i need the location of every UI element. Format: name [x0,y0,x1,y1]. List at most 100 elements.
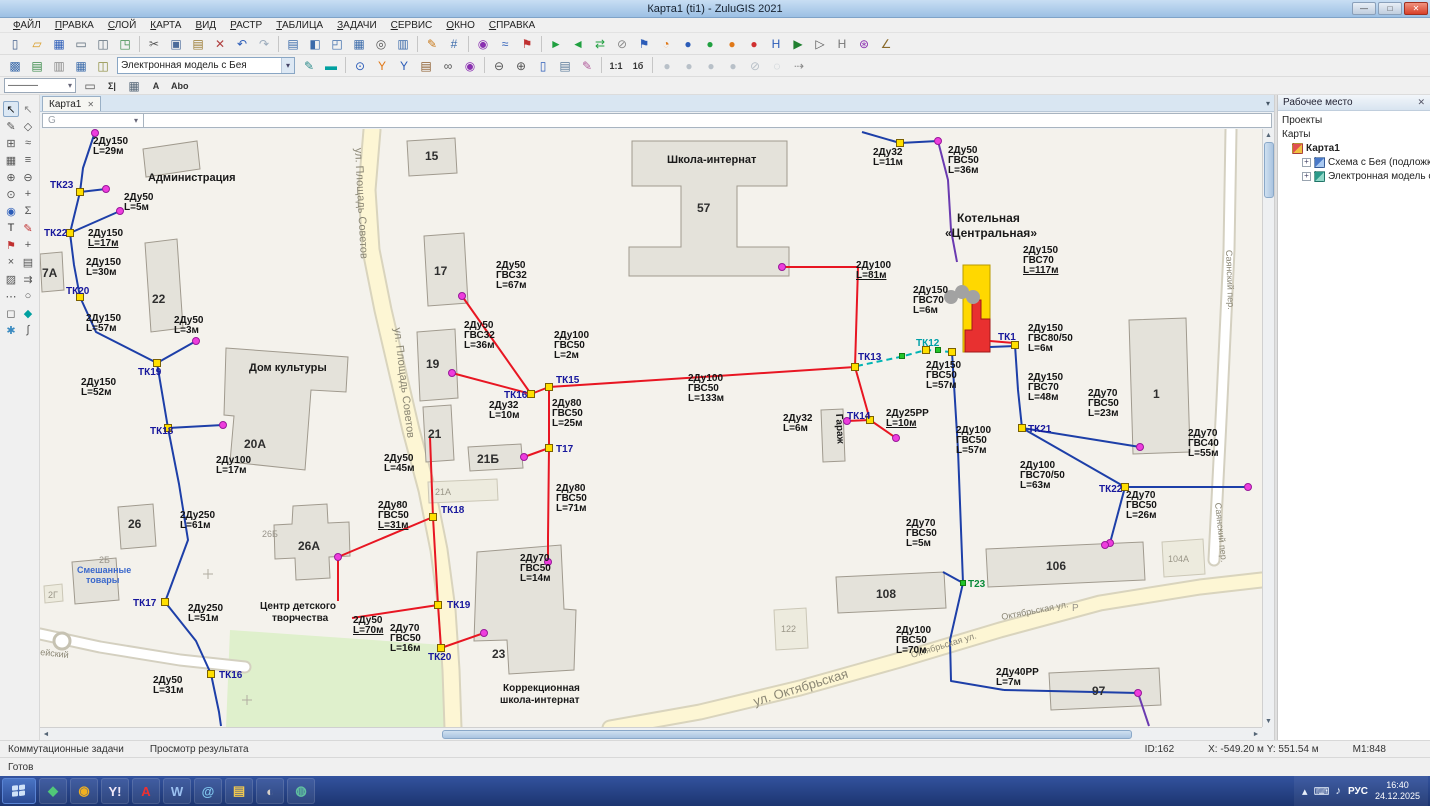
consumer-node[interactable] [220,422,227,429]
trace-up[interactable]: ► [546,35,566,53]
grid-button[interactable]: ▦ [124,77,144,95]
chamber-node[interactable] [430,514,437,521]
map-horizontal-scrollbar[interactable]: ◄ ► [40,727,1262,740]
find-object[interactable]: ⊙ [350,57,370,75]
copy[interactable]: ▣ [166,35,186,53]
app-files[interactable]: ▤ [225,778,253,804]
pause-calc[interactable]: ▷ [810,35,830,53]
chamber-node[interactable] [897,140,904,147]
chamber-node[interactable] [528,391,535,398]
edit-objects[interactable]: ✎ [422,35,442,53]
grid-view[interactable]: ▦ [3,152,19,168]
angle-measure[interactable]: ∠ [876,35,896,53]
chamber-node[interactable] [1019,425,1026,432]
select-rect[interactable]: ⊞ [3,135,19,151]
minimize-button[interactable]: — [1352,2,1376,15]
piezometric-graph[interactable]: ◔ [656,35,676,53]
consumer-node[interactable] [103,186,110,193]
status-tasks[interactable]: Коммутационные задачи [8,744,124,755]
redo[interactable]: ↷ [254,35,274,53]
mode-arrow[interactable]: ⇢ [789,57,809,75]
menu-правка[interactable]: ПРАВКА [48,20,101,31]
tree-expander-icon[interactable]: + [1302,158,1311,167]
menu-задачи[interactable]: ЗАДАЧИ [330,20,384,31]
start-button[interactable] [2,778,36,804]
menu-вид[interactable]: ВИД [188,20,223,31]
app-gimp[interactable]: ◐ [256,778,284,804]
new-map[interactable]: ▯ [5,35,25,53]
clock[interactable]: 16:40 24.12.2025 [1375,780,1420,803]
style-color-line[interactable]: ▬ [321,57,341,75]
scroll-up-icon[interactable]: ▲ [1265,129,1272,141]
calc-konstruktor[interactable]: ● [722,35,742,53]
trace-path[interactable]: ⇄ [590,35,610,53]
chamber-node[interactable] [546,445,553,452]
curve-tool[interactable]: ∫ [20,322,36,338]
poly-tool[interactable]: ◻ [3,305,19,321]
menu-растр[interactable]: РАСТР [223,20,269,31]
line-style-combo[interactable]: ——— ▾ [4,78,76,93]
map-view[interactable]: ул. Площадь Советовул. Площадь Советовул… [40,129,1262,727]
layer-select-combo[interactable]: Электронная модель с Бея ▾ [117,57,295,74]
chamber-node[interactable] [162,599,169,606]
flag-tool[interactable]: ⚑ [3,237,19,253]
consumer-node[interactable] [117,208,124,215]
consumer-node[interactable] [893,435,900,442]
chamber-node[interactable] [949,349,956,356]
more-tools[interactable]: ⋯ [3,288,19,304]
app-antivirus[interactable]: ◆ [39,778,67,804]
layer-table[interactable]: ▦ [71,57,91,75]
tray-volume-icon[interactable]: ♪ [1335,785,1341,798]
mode-circle-2[interactable]: ● [679,57,699,75]
circle-tool[interactable]: ○ [20,288,36,304]
app-mail[interactable]: @ [194,778,222,804]
menu-таблица[interactable]: ТАБЛИЦА [269,20,330,31]
vertical-scroll-thumb[interactable] [1264,142,1274,198]
scale-1-1[interactable]: 1:1 [606,57,626,75]
paste[interactable]: ▤ [188,35,208,53]
valve-node[interactable] [961,581,966,586]
scale-1b[interactable]: 1б [628,57,648,75]
language-indicator[interactable]: РУС [1348,786,1368,797]
map-vertical-scrollbar[interactable]: ▲ ▼ [1262,129,1274,727]
tree-item[interactable]: Карты [1278,127,1430,141]
chevron-down-icon[interactable]: ▾ [281,58,294,73]
font-button[interactable]: A [146,77,166,95]
consumer-node[interactable] [335,554,342,561]
tree-item[interactable]: +Электронная модель с Бея [1278,169,1430,183]
select-pointer-add[interactable]: ↖ [20,101,36,117]
mode-circle-4[interactable]: ● [723,57,743,75]
object-info[interactable]: ◉ [473,35,493,53]
trace-clear[interactable]: ⊘ [612,35,632,53]
delete-node[interactable]: × [3,254,19,270]
app-globe[interactable]: ◍ [287,778,315,804]
chamber-node[interactable] [852,364,859,371]
tree-item[interactable]: +Схема с Бея (подложка).zrs [1278,155,1430,169]
close-icon[interactable]: ✕ [87,100,94,109]
status-view-mode[interactable]: Просмотр результата [150,744,249,755]
list-view[interactable]: ≡ [20,152,36,168]
app-chrome[interactable]: ◉ [70,778,98,804]
consumer-node[interactable] [193,338,200,345]
sigma-button[interactable]: Σ| [102,77,122,95]
calc-naladka[interactable]: ● [678,35,698,53]
open[interactable]: ▱ [27,35,47,53]
app-acrobat[interactable]: A [132,778,160,804]
tree-item[interactable]: Проекты [1278,113,1430,127]
chamber-node[interactable] [208,671,215,678]
valve-node[interactable] [900,354,905,359]
tray-keyboard-icon[interactable]: ⌨ [1314,785,1330,798]
map-properties[interactable]: ▩ [5,57,25,75]
calc-options[interactable]: ⊛ [854,35,874,53]
bookmarks[interactable]: ▥ [393,35,413,53]
layer-list[interactable]: ▤ [555,57,575,75]
edit-vertices[interactable]: # [444,35,464,53]
layer-document[interactable]: ◫ [93,57,113,75]
consumer-node[interactable] [481,630,488,637]
star-tool[interactable]: ✱ [3,322,19,338]
chamber-node[interactable] [435,602,442,609]
consumer-node[interactable] [521,454,528,461]
app-yahoo[interactable]: Y! [101,778,129,804]
tree-expander-icon[interactable]: + [1302,172,1311,181]
undo[interactable]: ↶ [232,35,252,53]
